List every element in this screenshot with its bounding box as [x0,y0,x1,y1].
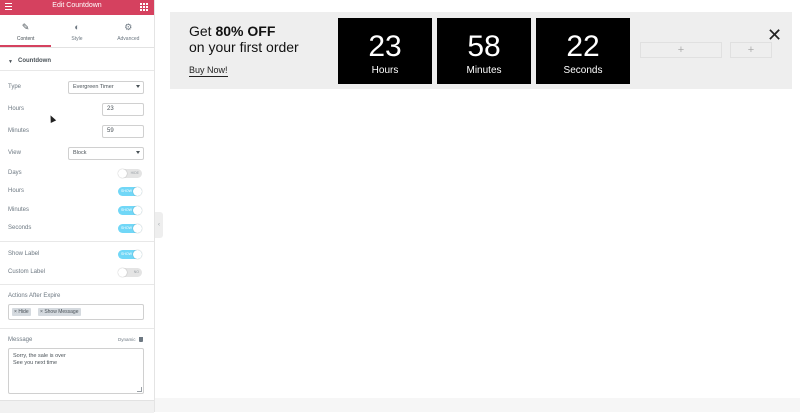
chevron-left-icon: ‹ [158,222,160,228]
promo-headline: Get 80% OFF [189,23,276,39]
add-column-button[interactable]: + [730,42,772,58]
promo-subline: on your first order [189,39,299,55]
divider [0,328,154,329]
resize-handle-icon[interactable] [137,387,142,392]
message-label: Message [8,337,33,343]
dynamic-tag-button[interactable]: Dynamic [118,337,136,342]
close-icon[interactable]: ✕ [767,26,782,44]
panel-title: Edit Countdown [52,2,102,9]
chip-show-message[interactable]: × Show Message [38,308,81,316]
show-label-toggle[interactable]: SHOW [118,250,142,259]
chip-hide[interactable]: × Hide [12,308,31,316]
add-column-button[interactable]: + [640,42,722,58]
dropdown-arrow-icon [136,85,140,88]
message-textarea[interactable]: Sorry, the sale is over See you next tim… [8,348,144,394]
view-select[interactable]: Block [68,147,144,160]
seconds-toggle-label: Seconds [8,225,32,231]
section-countdown[interactable]: ▼ Countdown [0,56,154,69]
hours-toggle-label: Hours [8,188,25,194]
minutes-toggle-label: Minutes [8,207,30,213]
actions-multiselect[interactable]: × Hide × Show Message [8,304,144,320]
tab-style[interactable]: ◐ Style [51,15,102,47]
view-label: View [8,150,21,156]
panel-tabs: ✎ Content ◐ Style ⚙ Advanced [0,15,154,48]
tab-advanced[interactable]: ⚙ Advanced [103,15,154,47]
divider [0,241,154,242]
hours-label: Hours [8,106,25,112]
trash-icon[interactable] [139,337,143,342]
countdown-bar: Get 80% OFF on your first order Buy Now!… [170,12,792,89]
collapse-panel-handle[interactable]: ‹ [155,212,163,238]
panel-footer [0,400,154,413]
buy-now-link[interactable]: Buy Now! [189,65,228,77]
widgets-grid-icon[interactable] [140,3,148,11]
caret-down-icon: ▼ [8,59,13,65]
mouse-cursor-icon [47,114,57,123]
countdown-hours: 23 Hours [338,18,432,84]
actions-after-expire-label: Actions After Expire [8,293,61,299]
gear-icon: ⚙ [124,22,133,32]
custom-label-label: Custom Label [8,269,46,275]
divider [0,284,154,285]
dropdown-arrow-icon [136,151,140,154]
countdown-seconds: 22 Seconds [536,18,630,84]
tab-content[interactable]: ✎ Content [0,15,52,47]
seconds-toggle[interactable]: SHOW [118,224,142,233]
type-label: Type [8,84,22,90]
minutes-input[interactable]: 59 [102,125,144,138]
minutes-toggle[interactable]: SHOW [118,206,142,215]
hours-toggle[interactable]: SHOW [118,187,142,196]
days-toggle[interactable]: HIDE [118,169,142,178]
divider [0,70,154,71]
half-circle-icon: ◐ [74,22,80,32]
panel-header: Edit Countdown [0,0,154,15]
hours-input[interactable]: 23 [102,103,144,116]
canvas-bottom-edge [155,398,800,412]
custom-label-toggle[interactable]: NO [118,268,142,277]
pencil-icon: ✎ [21,22,30,32]
countdown-minutes: 58 Minutes [437,18,531,84]
show-label-label: Show Label [8,251,40,257]
type-select[interactable]: Evergreen Timer [68,81,144,94]
minutes-label: Minutes [8,128,30,134]
editor-panel: Edit Countdown ✎ Content ◐ Style ⚙ Advan… [0,0,155,413]
days-label: Days [8,170,22,176]
